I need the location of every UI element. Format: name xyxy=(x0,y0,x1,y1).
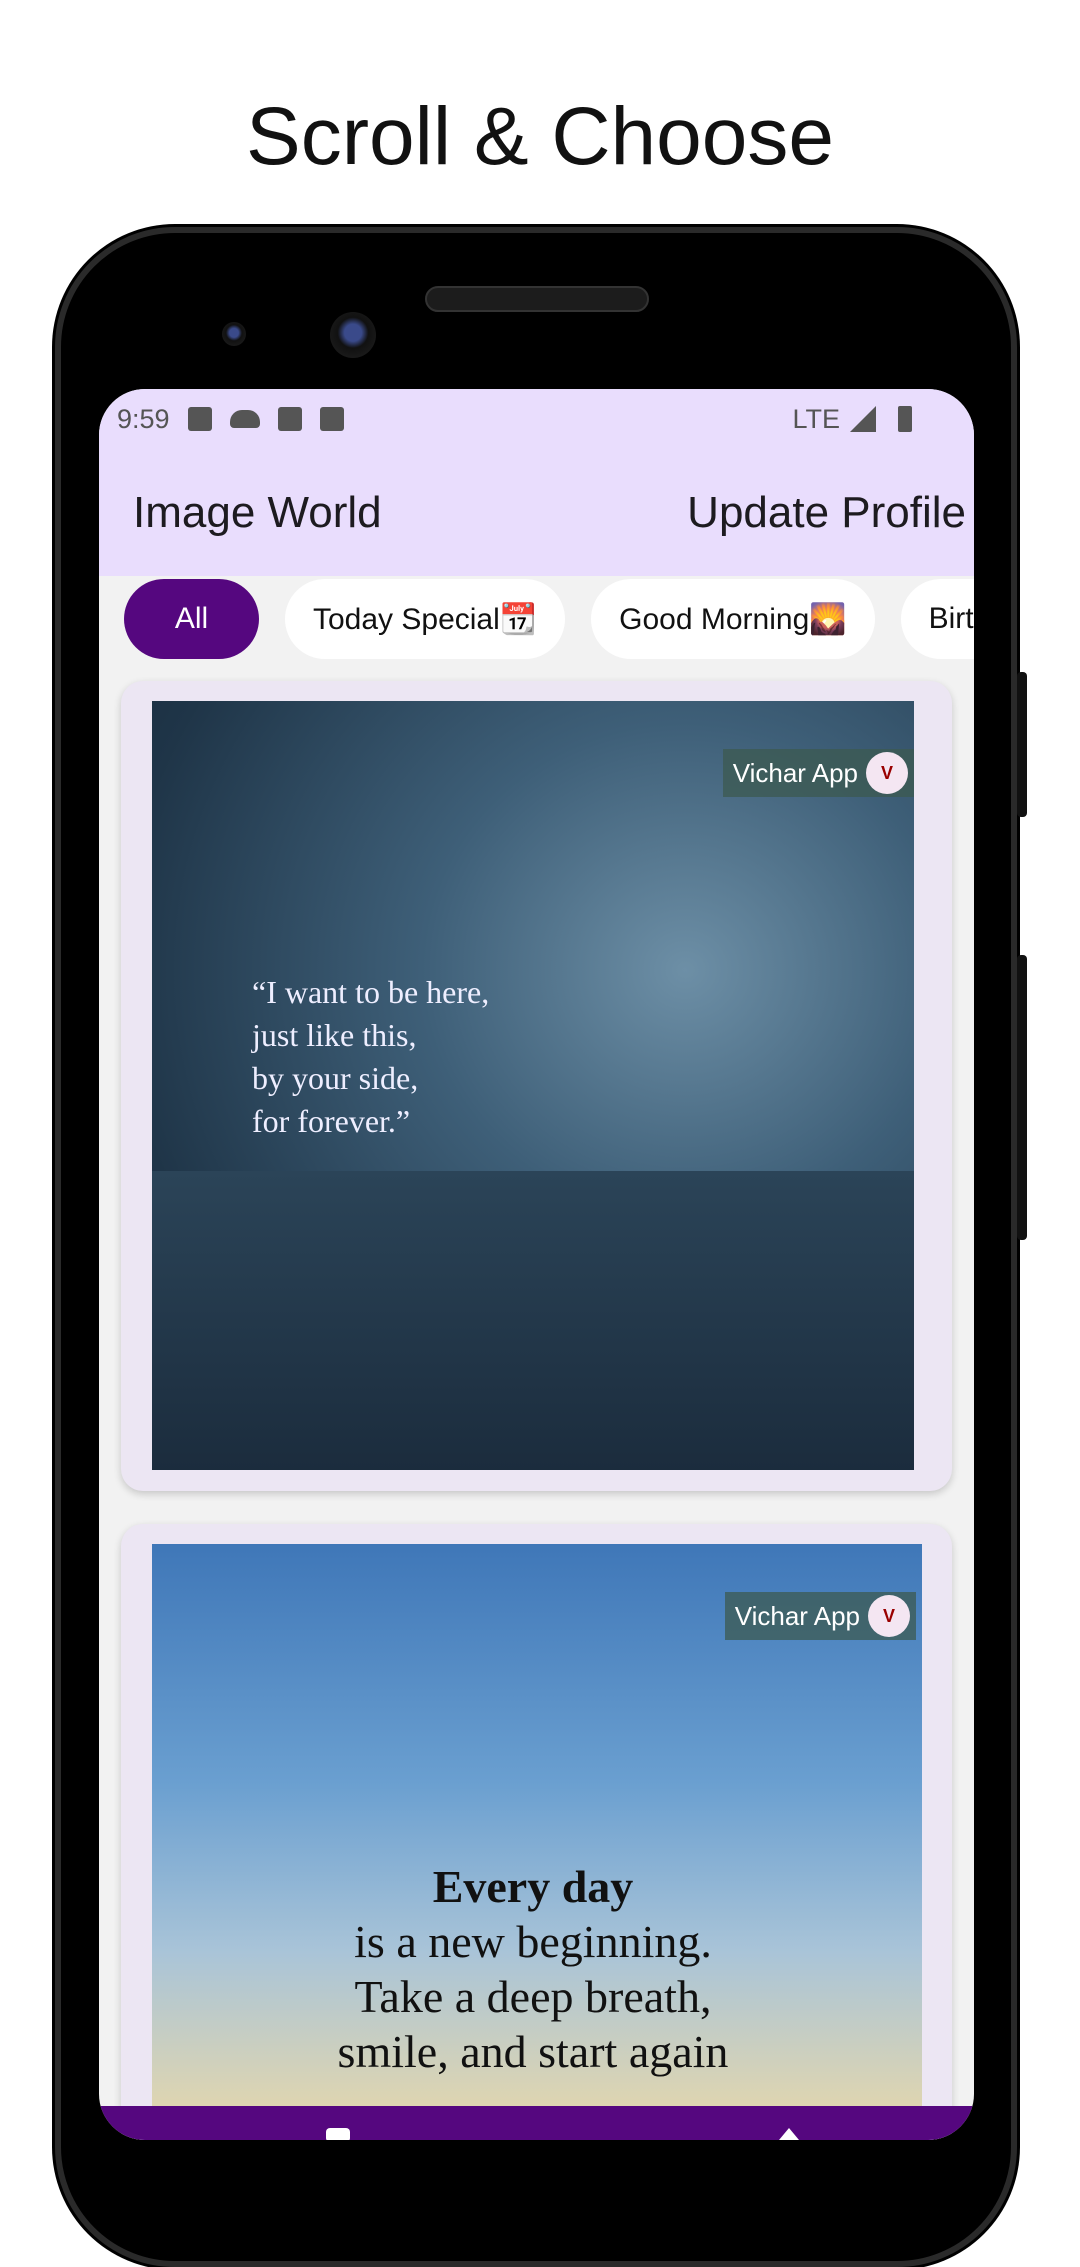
chip-today-special[interactable]: Today Special📆 xyxy=(285,579,566,659)
update-profile-button[interactable]: Update Profile xyxy=(687,488,966,538)
bottom-nav-bar xyxy=(99,2106,974,2140)
image-card[interactable]: Vichar App V “I want to be here, just lik… xyxy=(121,681,952,1491)
vichar-logo-icon: V xyxy=(868,1595,910,1637)
quote-line: smile, and start again xyxy=(337,2026,729,2077)
image-card[interactable]: Vichar App V Every day is a new beginning… xyxy=(121,1524,952,2140)
quote-image[interactable]: Vichar App V Every day is a new beginning… xyxy=(152,1544,922,2140)
chip-good-morning[interactable]: Good Morning🌄 xyxy=(591,579,875,659)
status-time: 9:59 xyxy=(117,403,170,434)
watermark-text: Vichar App xyxy=(732,757,858,788)
speaker xyxy=(425,286,649,312)
watermark-text: Vichar App xyxy=(734,1600,860,1631)
battery-icon xyxy=(898,406,912,432)
quote-line: just like this, xyxy=(252,1017,417,1053)
quote-line: for forever.” xyxy=(252,1103,411,1139)
watermark: Vichar App V xyxy=(722,749,914,797)
chip-all[interactable]: All xyxy=(124,579,259,659)
quote-text: Every day is a new beginning. Take a dee… xyxy=(152,1859,914,2079)
quote-line: Every day xyxy=(432,1861,634,1912)
screen: 9:59 LTE Image World Update Profile All … xyxy=(99,389,974,2140)
chip-birthday[interactable]: Birth xyxy=(900,579,974,659)
power-button xyxy=(1017,672,1027,817)
headline: Scroll & Choose xyxy=(246,91,834,182)
status-bar: 9:59 LTE xyxy=(99,389,974,449)
cloud-icon xyxy=(229,410,260,428)
network-type: LTE xyxy=(792,403,840,434)
recents-icon[interactable] xyxy=(326,2128,350,2140)
quote-image[interactable]: Vichar App V “I want to be here, just lik… xyxy=(152,701,914,1470)
app-bar: Image World Update Profile xyxy=(99,449,974,576)
vichar-logo-icon: V xyxy=(866,752,908,794)
calendar-icon xyxy=(319,407,344,431)
quote-text: “I want to be here, just like this, by y… xyxy=(252,971,489,1143)
quote-line: is a new beginning. xyxy=(354,1916,712,1967)
watermark: Vichar App V xyxy=(724,1592,916,1640)
quote-line: Take a deep breath, xyxy=(354,1971,712,2022)
category-chips: All Today Special📆 Good Morning🌄 Birth xyxy=(99,579,974,659)
quote-line: “I want to be here, xyxy=(252,974,490,1010)
a-icon xyxy=(187,407,212,431)
camera-icon xyxy=(330,312,376,358)
app-title: Image World xyxy=(133,487,382,537)
quote-line: by your side, xyxy=(252,1060,419,1096)
camera-icon xyxy=(222,322,246,346)
calendar-icon xyxy=(277,407,302,431)
home-icon[interactable] xyxy=(779,2128,799,2140)
signal-icon xyxy=(850,406,876,432)
volume-button xyxy=(1017,955,1027,1240)
